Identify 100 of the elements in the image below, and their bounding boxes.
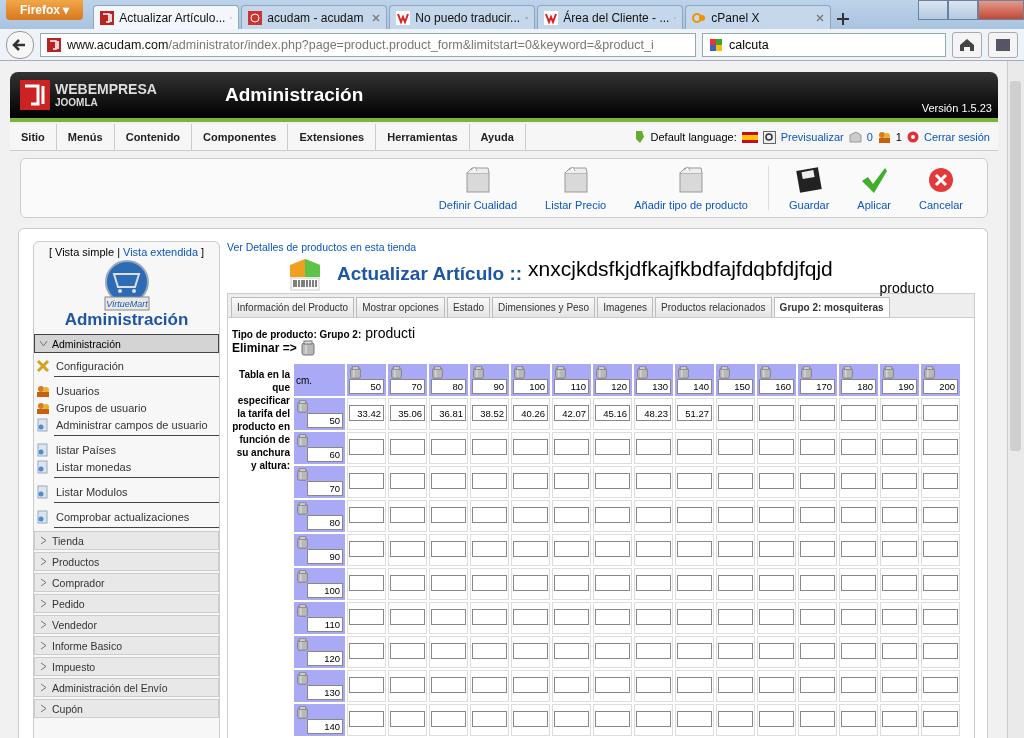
price-field[interactable]	[923, 541, 958, 557]
price-field[interactable]	[841, 507, 876, 523]
price-field[interactable]	[431, 541, 466, 557]
price-field[interactable]	[349, 609, 384, 625]
sidebar-item[interactable]: Listar monedas	[34, 458, 219, 475]
product-tab[interactable]: Imagenes	[597, 297, 654, 317]
price-field[interactable]	[431, 711, 466, 727]
back-arrow-icon[interactable]	[6, 30, 34, 59]
price-field[interactable]	[472, 575, 507, 591]
section-header[interactable]: Cupón	[34, 699, 219, 718]
price-field[interactable]	[882, 473, 917, 489]
price-field[interactable]	[431, 609, 466, 625]
price-field[interactable]	[677, 541, 712, 557]
section-header[interactable]: Vendedor	[34, 615, 219, 634]
price-field[interactable]	[595, 609, 630, 625]
width-field[interactable]: 70	[390, 379, 425, 394]
price-field[interactable]	[718, 609, 753, 625]
toolbar-button[interactable]: Añadir tipo de producto	[620, 165, 762, 211]
price-field[interactable]	[882, 575, 917, 591]
price-field[interactable]	[595, 677, 630, 693]
price-field[interactable]	[923, 643, 958, 659]
minimize-button[interactable]	[918, 0, 948, 20]
price-field[interactable]	[595, 473, 630, 489]
price-field[interactable]	[923, 575, 958, 591]
height-field[interactable]: 70	[307, 481, 343, 496]
price-field[interactable]	[554, 711, 589, 727]
price-field[interactable]	[554, 473, 589, 489]
price-field[interactable]	[431, 439, 466, 455]
price-field[interactable]	[759, 677, 794, 693]
price-field[interactable]: 40.26	[513, 405, 548, 421]
width-field[interactable]: 150	[718, 379, 753, 394]
price-field[interactable]	[759, 541, 794, 557]
price-field[interactable]	[923, 473, 958, 489]
price-field[interactable]	[390, 643, 425, 659]
price-field[interactable]	[431, 677, 466, 693]
price-field[interactable]	[882, 405, 917, 421]
price-field[interactable]	[636, 439, 671, 455]
price-field[interactable]	[800, 575, 835, 591]
width-field[interactable]: 100	[513, 379, 548, 394]
menu-item[interactable]: Contenido	[114, 124, 193, 150]
price-field[interactable]	[513, 439, 548, 455]
message-count[interactable]: 0	[866, 131, 873, 143]
sidebar-item[interactable]: Configuración	[34, 357, 219, 374]
price-field[interactable]	[923, 609, 958, 625]
height-field[interactable]: 110	[307, 617, 343, 632]
scrollbar-thumb[interactable]	[1010, 81, 1021, 451]
price-field[interactable]	[800, 405, 835, 421]
price-field[interactable]	[759, 575, 794, 591]
browser-tab[interactable]: No puedo traducir...	[389, 5, 536, 29]
product-tab[interactable]: Grupo 2: mosquiteras	[773, 297, 890, 317]
height-field[interactable]: 140	[307, 719, 343, 734]
browser-tab[interactable]: cPanel X	[685, 5, 832, 29]
price-field[interactable]	[390, 711, 425, 727]
home-icon[interactable]	[952, 31, 982, 58]
price-field[interactable]	[759, 609, 794, 625]
bookmarks-icon[interactable]	[988, 31, 1018, 58]
price-field[interactable]	[390, 609, 425, 625]
price-field[interactable]	[841, 405, 876, 421]
section-header[interactable]: Impuesto	[34, 657, 219, 676]
price-field[interactable]	[800, 473, 835, 489]
price-field[interactable]	[718, 677, 753, 693]
price-field[interactable]	[759, 405, 794, 421]
width-field[interactable]: 170	[800, 379, 835, 394]
search-field[interactable]: calcuta	[702, 32, 946, 57]
price-field[interactable]	[390, 473, 425, 489]
price-field[interactable]	[554, 609, 589, 625]
price-field[interactable]	[513, 473, 548, 489]
price-field[interactable]	[677, 677, 712, 693]
price-field[interactable]	[759, 643, 794, 659]
price-field[interactable]	[595, 711, 630, 727]
price-field[interactable]	[390, 507, 425, 523]
price-field[interactable]	[800, 507, 835, 523]
price-field[interactable]	[472, 711, 507, 727]
height-field[interactable]: 90	[307, 549, 343, 564]
price-field[interactable]	[718, 439, 753, 455]
price-field[interactable]	[472, 541, 507, 557]
price-field[interactable]	[472, 439, 507, 455]
price-field[interactable]	[882, 507, 917, 523]
price-field[interactable]	[923, 405, 958, 421]
section-header[interactable]: Administración del Envío	[34, 678, 219, 697]
price-field[interactable]	[923, 677, 958, 693]
price-field[interactable]	[718, 541, 753, 557]
price-field[interactable]	[472, 609, 507, 625]
price-field[interactable]	[636, 643, 671, 659]
price-field[interactable]	[882, 711, 917, 727]
price-field[interactable]	[841, 575, 876, 591]
toolbar-button[interactable]: Cancelar	[904, 165, 977, 211]
price-field[interactable]	[677, 643, 712, 659]
price-field[interactable]	[595, 643, 630, 659]
price-field[interactable]	[390, 541, 425, 557]
height-field[interactable]: 100	[307, 583, 343, 598]
menu-item[interactable]: Componentes	[192, 124, 289, 150]
toolbar-button[interactable]: Aplicar	[843, 165, 905, 211]
section-header[interactable]: Productos	[34, 552, 219, 571]
price-field[interactable]	[431, 507, 466, 523]
price-field[interactable]: 36.81	[431, 405, 466, 421]
price-field[interactable]	[349, 575, 384, 591]
width-field[interactable]: 200	[923, 379, 958, 394]
menu-item[interactable]: Extensiones	[288, 124, 377, 150]
price-field[interactable]	[636, 575, 671, 591]
